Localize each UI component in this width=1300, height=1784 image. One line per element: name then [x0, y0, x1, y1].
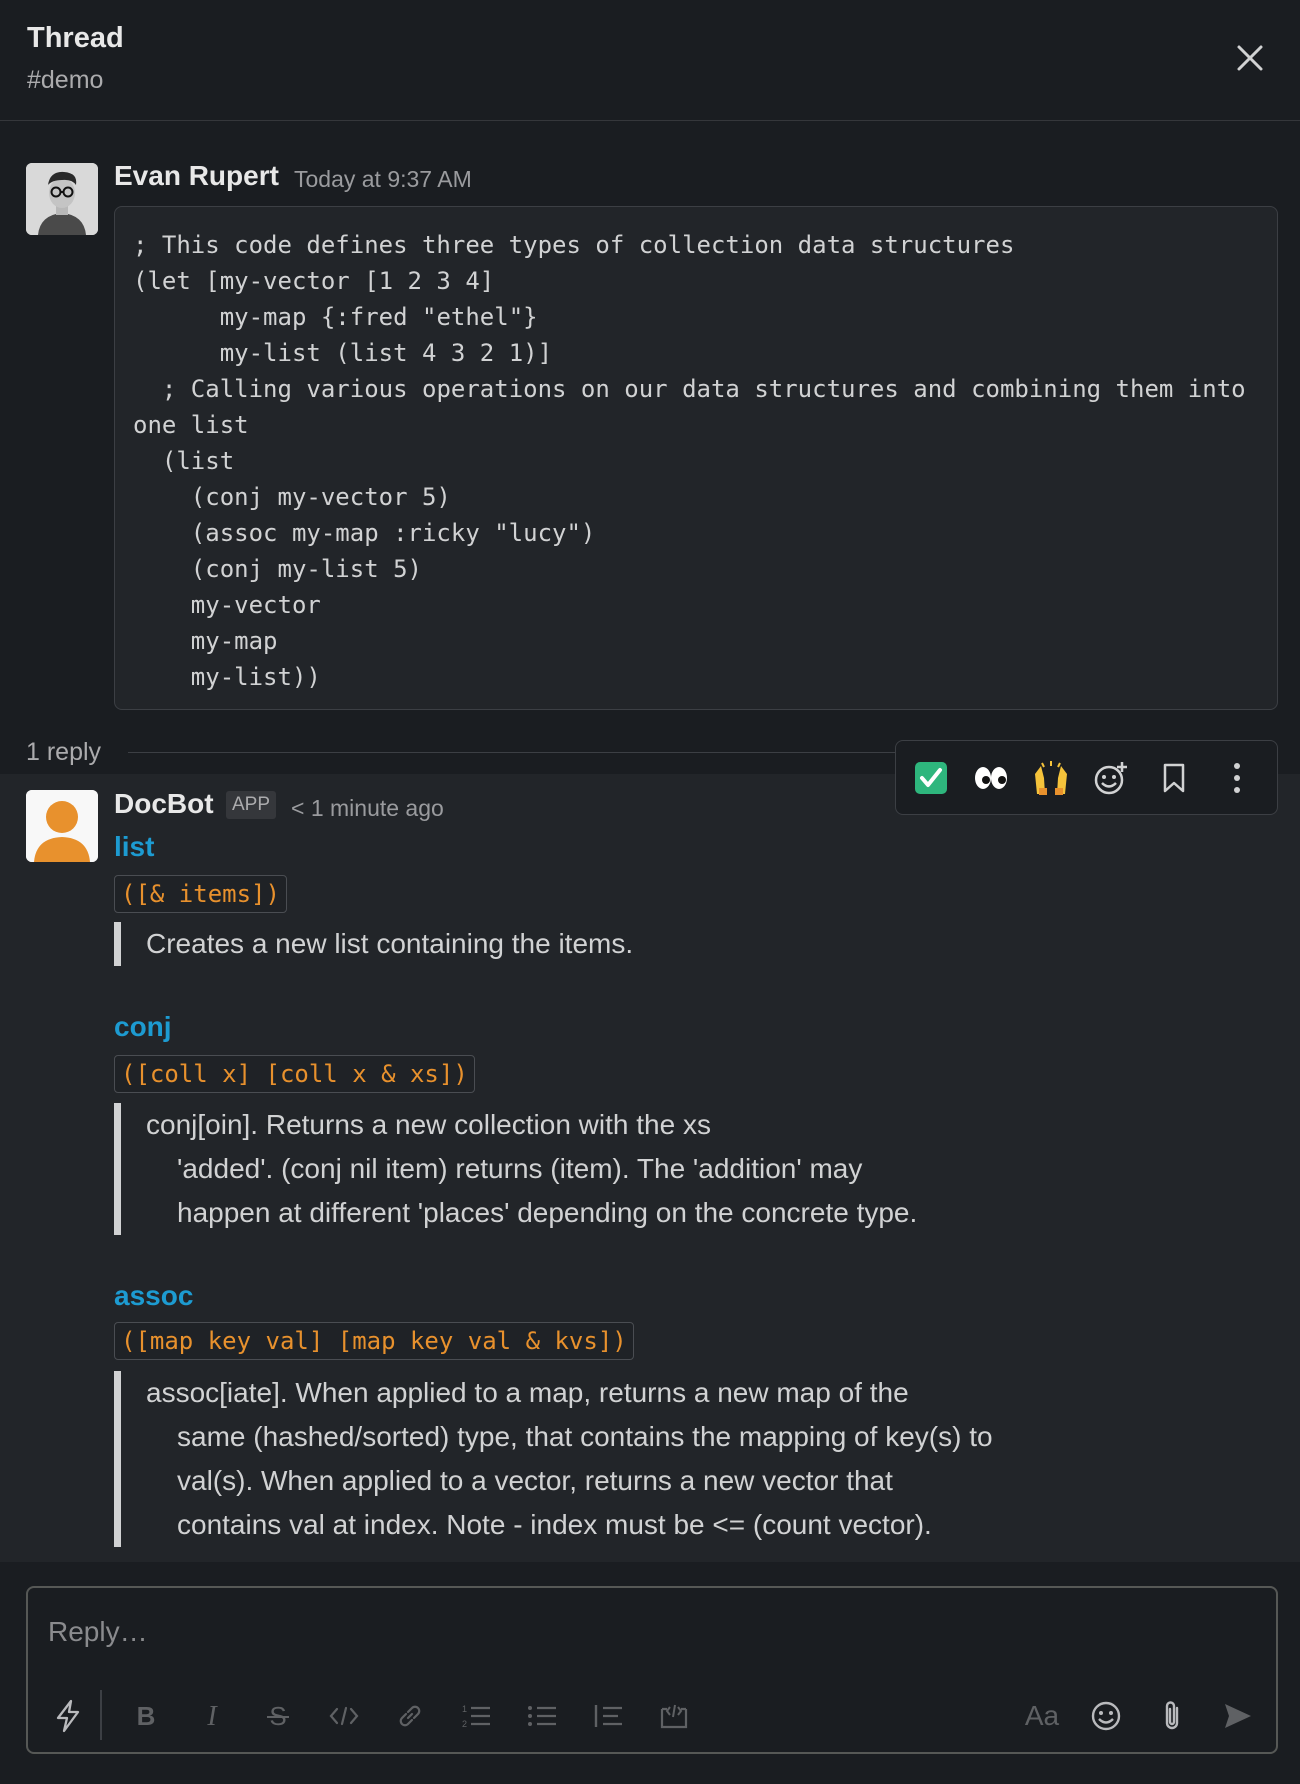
svg-text:2: 2 [462, 1719, 467, 1729]
close-icon[interactable] [1230, 38, 1270, 78]
link-icon[interactable] [390, 1696, 430, 1736]
doc-quote-list: Creates a new list containing the items. [114, 922, 633, 966]
thread-header: Thread #demo [0, 0, 1300, 121]
signature-list: ([& items]) [114, 875, 287, 913]
doc-link-list[interactable]: list [114, 831, 154, 863]
thread-title: Thread [27, 22, 124, 54]
strikethrough-icon[interactable]: S [258, 1696, 298, 1736]
blockquote-icon[interactable] [588, 1696, 628, 1736]
signature-assoc: ([map key val] [map key val & kvs]) [114, 1322, 634, 1360]
add-reaction-icon[interactable] [1088, 755, 1134, 801]
doc-link-assoc[interactable]: assoc [114, 1280, 193, 1312]
reply-count: 1 reply [26, 738, 102, 766]
doc-quote-conj: conj[oin]. Returns a new collection with… [114, 1103, 917, 1235]
bookmark-icon[interactable] [1151, 755, 1197, 801]
reply-timestamp[interactable]: < 1 minute ago [291, 795, 444, 822]
doc-line: same (hashed/sorted) type, that contains… [177, 1421, 993, 1452]
message-author[interactable]: Evan Rupert [114, 160, 279, 192]
doc-line: contains val at index. Note - index must… [177, 1509, 932, 1540]
code-block: ; This code defines three types of colle… [114, 206, 1278, 710]
doc-quote-assoc: assoc[iate]. When applied to a map, retu… [114, 1371, 993, 1547]
shortcuts-lightning-icon[interactable] [48, 1696, 88, 1736]
text-format-icon[interactable]: Aa [1020, 1696, 1064, 1736]
eyes-reaction-icon[interactable] [968, 755, 1014, 801]
doc-line: assoc[iate]. When applied to a map, retu… [146, 1377, 909, 1408]
bulleted-list-icon[interactable] [522, 1696, 562, 1736]
doc-line: conj[oin]. Returns a new collection with… [146, 1109, 711, 1140]
toolbar-separator [100, 1690, 102, 1740]
more-actions-icon[interactable] [1214, 755, 1260, 801]
attachment-icon[interactable] [1152, 1696, 1192, 1736]
emoji-icon[interactable] [1086, 1696, 1126, 1736]
reply-input[interactable] [48, 1616, 1248, 1648]
message-timestamp[interactable]: Today at 9:37 AM [294, 166, 472, 193]
avatar[interactable] [26, 163, 98, 235]
bot-avatar[interactable] [26, 790, 98, 862]
message-actions-toolbar [895, 740, 1278, 815]
bold-icon[interactable]: B [126, 1696, 166, 1736]
code-icon[interactable] [324, 1696, 364, 1736]
code-block-icon[interactable] [654, 1696, 694, 1736]
svg-text:I: I [206, 1701, 218, 1731]
raised-hands-reaction-icon[interactable] [1028, 755, 1074, 801]
ordered-list-icon[interactable]: 12 [456, 1696, 496, 1736]
app-badge: APP [226, 791, 277, 819]
doc-line: Creates a new list containing the items. [146, 928, 634, 959]
svg-text:1: 1 [462, 1704, 467, 1714]
send-icon[interactable] [1218, 1696, 1258, 1736]
doc-line: val(s). When applied to a vector, return… [177, 1465, 893, 1496]
doc-line: 'added'. (conj nil item) returns (item).… [177, 1153, 863, 1184]
text-format-label: Aa [1024, 1700, 1060, 1731]
doc-link-conj[interactable]: conj [114, 1011, 172, 1043]
channel-name[interactable]: #demo [27, 66, 103, 95]
svg-text:B: B [137, 1701, 156, 1731]
doc-line: happen at different 'places' depending o… [177, 1197, 918, 1228]
italic-icon[interactable]: I [192, 1696, 232, 1736]
check-reaction-icon[interactable] [908, 755, 954, 801]
signature-conj: ([coll x] [coll x & xs]) [114, 1055, 475, 1093]
reply-author[interactable]: DocBot [114, 788, 214, 820]
